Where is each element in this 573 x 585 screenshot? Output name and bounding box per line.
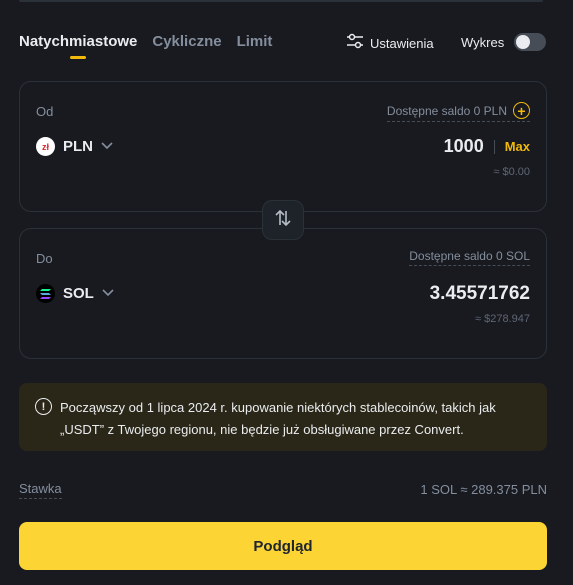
- from-balance-text: Dostępne saldo 0 PLN: [386, 103, 507, 118]
- chart-switch[interactable]: [514, 33, 547, 51]
- sol-coin-icon: [36, 284, 55, 303]
- order-type-tabs: Natychmiastowe Cykliczne Limit: [19, 33, 272, 50]
- settings-label: Ustawienia: [370, 36, 434, 51]
- from-balance[interactable]: Dostępne saldo 0 PLN +: [386, 102, 530, 122]
- to-balance-text: Dostępne saldo 0 SOL: [409, 249, 530, 263]
- settings-sliders-icon: [346, 33, 364, 54]
- chart-toggle-label: Wykres: [461, 34, 505, 50]
- divider: [493, 139, 495, 154]
- preview-button[interactable]: Podgląd: [19, 522, 547, 570]
- tab-limit[interactable]: Limit: [237, 33, 273, 50]
- to-coin-name: SOL: [63, 285, 94, 302]
- to-amount-value: 3.45571762: [429, 283, 530, 304]
- to-amount-row: 3.45571762: [430, 283, 530, 305]
- rate-value: 1 SOL ≈ 289.375 PLN: [420, 482, 547, 497]
- from-amount-row: 1000 Max: [444, 136, 530, 157]
- plus-circle-icon[interactable]: +: [513, 102, 530, 119]
- chevron-down-icon: [101, 141, 113, 153]
- notice-text: Począwszy od 1 lipca 2024 r. kupowanie n…: [60, 400, 496, 437]
- tab-recurring[interactable]: Cykliczne: [152, 33, 221, 50]
- from-coin-name: PLN: [63, 138, 93, 155]
- from-approx-usd: ≈ $0.00: [493, 166, 530, 178]
- from-amount-input[interactable]: 1000: [444, 136, 484, 157]
- from-card: Od Dostępne saldo 0 PLN + zł PLN 1000 Ma…: [19, 81, 547, 212]
- to-coin-selector[interactable]: SOL: [36, 284, 114, 303]
- pln-coin-icon: zł: [36, 137, 55, 156]
- to-approx-usd: ≈ $278.947: [475, 313, 530, 325]
- to-label: Do: [36, 251, 53, 266]
- chart-toggle: Wykres: [461, 33, 547, 51]
- to-balance: Dostępne saldo 0 SOL: [409, 249, 530, 266]
- chevron-down-icon: [102, 288, 114, 300]
- from-label: Od: [36, 104, 54, 119]
- rate-label[interactable]: Stawka: [19, 481, 62, 499]
- settings-button[interactable]: Ustawienia: [346, 33, 434, 54]
- tab-instant[interactable]: Natychmiastowe: [19, 33, 137, 50]
- swap-arrows-icon: [274, 208, 292, 233]
- switch-knob: [516, 35, 531, 49]
- to-card: Do Dostępne saldo 0 SOL SOL 3.45571762 ≈…: [19, 228, 547, 359]
- info-icon: !: [35, 398, 52, 415]
- max-button[interactable]: Max: [505, 139, 530, 154]
- swap-button[interactable]: [262, 200, 304, 240]
- top-edge-bar: [19, 0, 543, 2]
- from-coin-selector[interactable]: zł PLN: [36, 137, 113, 156]
- regulatory-notice: ! Począwszy od 1 lipca 2024 r. kupowanie…: [19, 383, 547, 451]
